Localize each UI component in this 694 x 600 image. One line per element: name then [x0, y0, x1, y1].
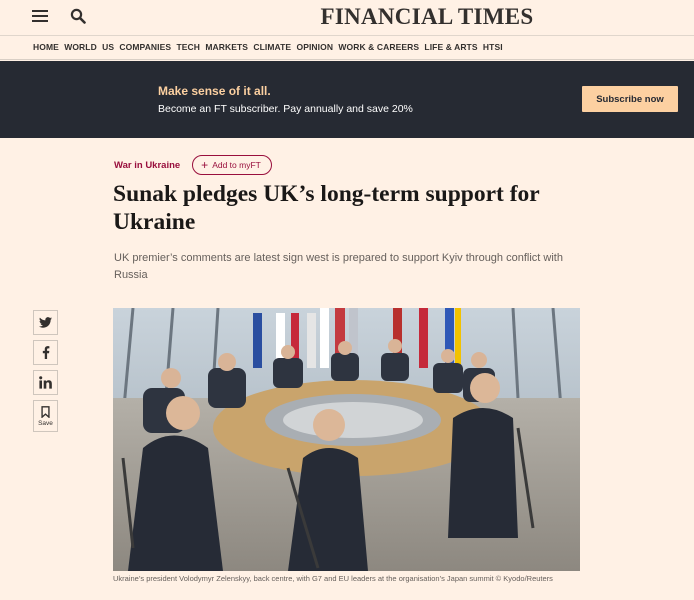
share-tools: Save	[33, 310, 58, 432]
nav-item-companies[interactable]: COMPANIES	[119, 42, 171, 52]
facebook-icon	[42, 346, 49, 359]
nav-item-tech[interactable]: TECH	[176, 42, 200, 52]
top-bar: FINANCIAL TIMES	[0, 0, 694, 36]
share-facebook-button[interactable]	[33, 340, 58, 365]
masthead-logo[interactable]: FINANCIAL TIMES	[0, 4, 694, 30]
add-to-myft-label: Add to myFT	[212, 160, 261, 170]
nav-item-home[interactable]: HOME	[33, 42, 59, 52]
topic-row: War in Ukraine + Add to myFT	[114, 155, 272, 175]
article-headline: Sunak pledges UK’s long-term support for…	[113, 181, 540, 235]
twitter-icon	[39, 317, 52, 328]
share-twitter-button[interactable]	[33, 310, 58, 335]
subscribe-button[interactable]: Subscribe now	[582, 86, 678, 112]
plus-icon: +	[201, 158, 209, 172]
promo-headline: Make sense of it all.	[158, 84, 271, 98]
summit-photo-illustration	[113, 308, 580, 571]
nav-item-life-arts[interactable]: LIFE & ARTS	[424, 42, 477, 52]
nav-item-world[interactable]: WORLD	[64, 42, 97, 52]
promo-subline: Become an FT subscriber. Pay annually an…	[158, 103, 413, 115]
nav-item-markets[interactable]: MARKETS	[205, 42, 248, 52]
add-to-myft-button[interactable]: + Add to myFT	[192, 155, 272, 175]
bookmark-icon	[41, 405, 50, 418]
save-article-button[interactable]: Save	[33, 400, 58, 432]
article-standfirst: UK premier’s comments are latest sign we…	[114, 252, 563, 281]
section-nav: HOME WORLD US COMPANIES TECH MARKETS CLI…	[0, 36, 694, 60]
topic-link[interactable]: War in Ukraine	[114, 160, 180, 171]
photo-caption: Ukraine’s president Volodymyr Zelenskyy,…	[113, 574, 553, 583]
nav-item-us[interactable]: US	[102, 42, 114, 52]
linkedin-icon	[39, 376, 52, 389]
share-linkedin-button[interactable]	[33, 370, 58, 395]
nav-item-work-careers[interactable]: WORK & CAREERS	[338, 42, 419, 52]
nav-item-climate[interactable]: CLIMATE	[253, 42, 291, 52]
save-label: Save	[38, 419, 53, 427]
nav-item-opinion[interactable]: OPINION	[296, 42, 333, 52]
nav-item-htsi[interactable]: HTSI	[483, 42, 503, 52]
subscription-banner: Make sense of it all. Become an FT subsc…	[0, 61, 694, 138]
article-photo	[113, 308, 580, 571]
